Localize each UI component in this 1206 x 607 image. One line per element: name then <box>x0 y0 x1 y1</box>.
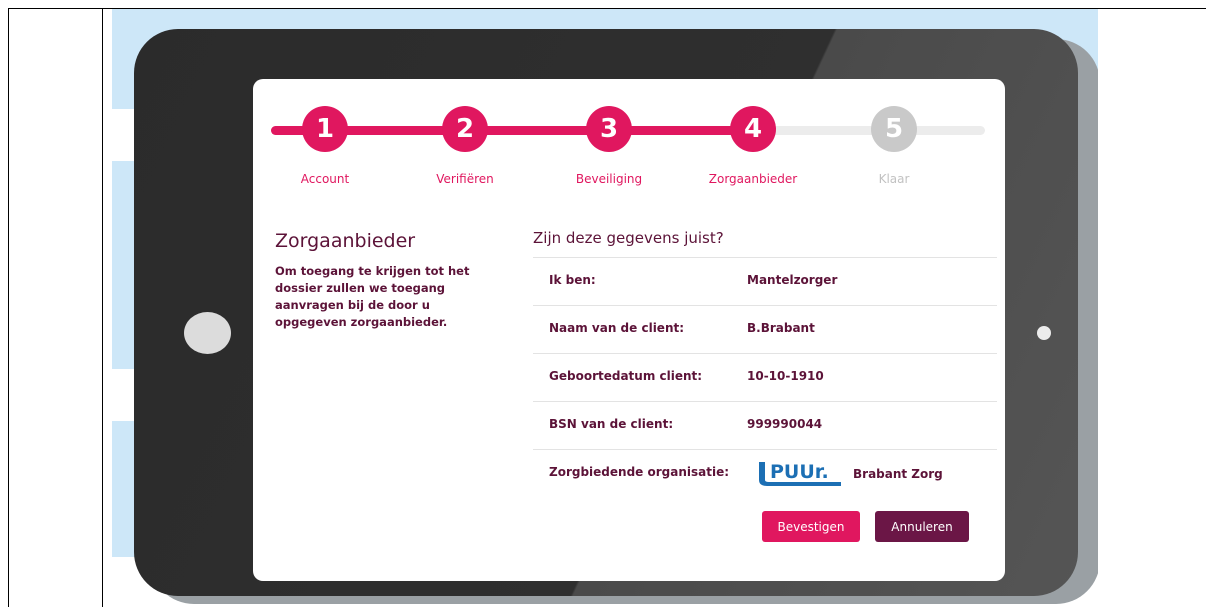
section-description: Om toegang te krijgen tot het dossier zu… <box>275 264 470 329</box>
row-value: Brabant Zorg <box>853 467 943 481</box>
table-row: BSN van de client: 999990044 <box>533 401 997 449</box>
step-label: Account <box>300 172 350 186</box>
frame-left-border <box>8 8 9 607</box>
step-klaar: 5 Klaar <box>844 106 944 186</box>
step-verifieren[interactable]: 2 Verifiëren <box>415 106 515 186</box>
row-label: BSN van de client: <box>549 417 674 431</box>
confirm-question: Zijn deze gegevens juist? <box>533 229 724 247</box>
tablet-device: 1 Account 2 Verifiëren 3 Beveiliging 4 Z… <box>134 29 1078 596</box>
logo-text: PUUr. <box>770 461 829 483</box>
step-number: 3 <box>586 106 632 152</box>
step-account[interactable]: 1 Account <box>275 106 375 186</box>
step-beveiliging[interactable]: 3 Beveiliging <box>559 106 659 186</box>
step-zorgaanbieder[interactable]: 4 Zorgaanbieder <box>703 106 803 186</box>
step-label: Beveiliging <box>575 172 643 186</box>
confirm-button[interactable]: Bevestigen <box>762 511 860 542</box>
table-row: Naam van de client: B.Brabant <box>533 305 997 353</box>
tablet-screen: 1 Account 2 Verifiëren 3 Beveiliging 4 Z… <box>253 79 1005 581</box>
puur-logo: PUUr. <box>759 461 841 486</box>
row-value: B.Brabant <box>747 321 815 335</box>
details-table: Ik ben: Mantelzorger Naam van de client:… <box>533 257 997 497</box>
row-label: Zorgbiedende organisatie: <box>549 465 730 479</box>
row-value: Mantelzorger <box>747 273 838 287</box>
row-value: 999990044 <box>747 417 823 431</box>
step-label: Verifiëren <box>436 172 494 186</box>
cancel-button[interactable]: Annuleren <box>875 511 969 542</box>
section-title: Zorgaanbieder <box>275 230 416 252</box>
row-label: Naam van de client: <box>549 321 685 335</box>
table-row: Geboortedatum client: 10-10-1910 <box>533 353 997 401</box>
row-value: 10-10-1910 <box>747 369 824 383</box>
row-label: Geboortedatum client: <box>549 369 703 383</box>
step-number: 2 <box>442 106 488 152</box>
frame-divider <box>102 8 103 607</box>
step-number: 4 <box>730 106 776 152</box>
tablet-home-button <box>184 312 231 354</box>
tablet-camera <box>1037 326 1051 340</box>
row-label: Ik ben: <box>549 273 596 287</box>
table-row: Zorgbiedende organisatie: PUUr. Brabant … <box>533 449 997 497</box>
table-row: Ik ben: Mantelzorger <box>533 257 997 305</box>
step-label: Zorgaanbieder <box>708 172 798 186</box>
step-number: 5 <box>871 106 917 152</box>
illustration-background: 1 Account 2 Verifiëren 3 Beveiliging 4 Z… <box>112 9 1098 607</box>
step-number: 1 <box>302 106 348 152</box>
step-label: Klaar <box>878 172 910 186</box>
